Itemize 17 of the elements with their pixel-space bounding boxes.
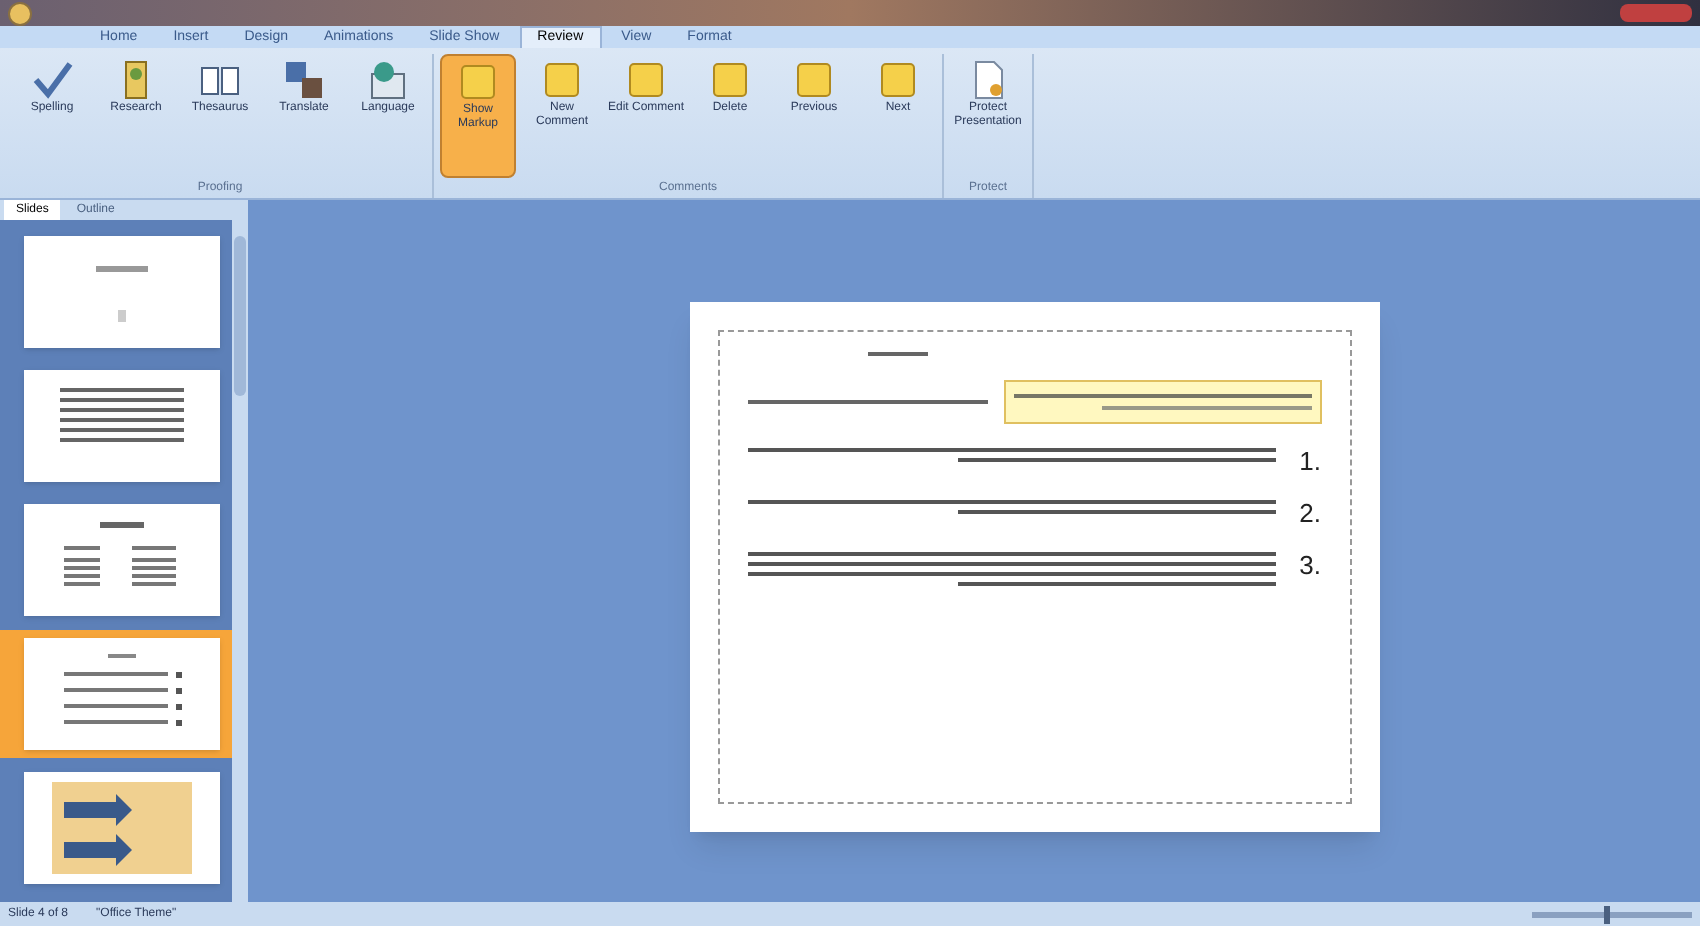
list-number: 3. xyxy=(1299,551,1321,579)
zoom-slider-thumb[interactable] xyxy=(1604,905,1610,923)
office-button[interactable] xyxy=(8,1,32,25)
comment-note-icon xyxy=(456,60,500,104)
list-number: 2. xyxy=(1299,499,1321,527)
slide-thumbnail[interactable] xyxy=(0,630,232,758)
list-number: 1. xyxy=(1299,447,1321,475)
comment-note-icon xyxy=(876,58,920,102)
arrows-slide-drawing xyxy=(52,782,192,874)
translate-icon xyxy=(282,58,326,102)
spelling-check-icon xyxy=(30,58,74,102)
comment-note-icon xyxy=(792,58,836,102)
comment-note-icon xyxy=(540,58,584,102)
globe-icon xyxy=(366,58,410,102)
comment-note-icon xyxy=(624,58,668,102)
comment-note-icon xyxy=(708,58,752,102)
window-controls[interactable] xyxy=(1620,4,1692,22)
